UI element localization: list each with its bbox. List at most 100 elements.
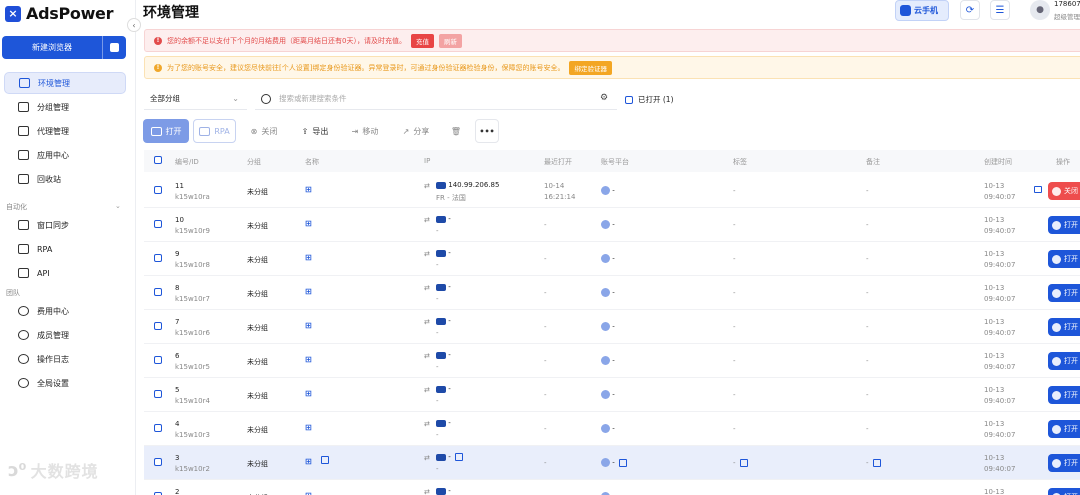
row-id: k15w10r3 [175, 431, 210, 439]
row-tags: - [733, 289, 736, 297]
recharge-button[interactable]: 充值 [410, 33, 434, 48]
edit-icon[interactable] [454, 453, 463, 461]
row-number: 6 [175, 352, 180, 360]
col-header-ip: IP [424, 157, 431, 165]
col-header-name[interactable]: 名称 [305, 157, 319, 167]
table-row[interactable]: 10 k15w10r9 未分组 ⊞ ⇄ - - - - - - 10-13 09… [144, 208, 1080, 242]
table-row[interactable]: 7 k15w10r6 未分组 ⊞ ⇄ - - - - - - 10-13 09:… [144, 310, 1080, 344]
sidebar-item-1[interactable]: 分组管理 [4, 96, 126, 118]
vertical-scrollbar[interactable] [1076, 0, 1080, 495]
group-select[interactable]: 全部分组 ⌄ [144, 88, 247, 110]
row-checkbox[interactable] [154, 322, 162, 330]
sync-status-button[interactable]: ⟳ [960, 0, 980, 20]
windows-icon: ⊞ [305, 389, 312, 398]
sidebar-item-label: RPA [37, 244, 53, 254]
row-tags: - [733, 255, 736, 263]
new-browser-button[interactable]: 新建浏览器 [2, 36, 126, 59]
edit-tags-icon[interactable] [739, 459, 748, 467]
move-button[interactable]: ⇥ 移动 [344, 119, 386, 143]
sidebar-team-item-0[interactable]: 费用中心 [4, 300, 126, 322]
swap-icon: ⇄ [424, 182, 430, 190]
warning-icon: ! [154, 63, 162, 72]
table-row[interactable]: 11 k15w10ra 未分组 ⊞ ⇄ 140.99.206.85 FR - 法… [144, 174, 1080, 208]
chevron-down-icon[interactable]: ⌄ [115, 202, 121, 210]
row-checkbox[interactable] [154, 390, 162, 398]
row-checkbox[interactable] [154, 424, 162, 432]
delete-button[interactable]: 🗑 [444, 119, 468, 143]
table-row[interactable]: 4 k15w10r3 未分组 ⊞ ⇄ - - - - - - 10-13 09:… [144, 412, 1080, 446]
edit-platform-icon[interactable] [618, 458, 627, 467]
browser-icon [1052, 390, 1061, 400]
row-checkbox[interactable] [154, 356, 162, 364]
row-created-date: 10-13 [984, 454, 1005, 462]
sidebar-item-0[interactable]: 环境管理 [4, 72, 126, 94]
opened-filter-checkbox[interactable]: 已打开 (1) [625, 94, 674, 105]
brand-name: AdsPower [26, 4, 114, 23]
platform-icon [601, 458, 610, 467]
close-circle-icon: ⊗ [250, 126, 258, 136]
table-row[interactable]: 8 k15w10r7 未分组 ⊞ ⇄ - - - - - - 10-13 09:… [144, 276, 1080, 310]
search-input[interactable]: 搜索或新建搜索条件 [255, 88, 617, 110]
windows-icon: ⊞ [305, 321, 312, 330]
sidebar-item-label: 成员管理 [37, 330, 69, 340]
bind-authenticator-button[interactable]: 绑定验证器 [569, 60, 612, 75]
row-ip: - [448, 351, 451, 359]
table-row[interactable]: 9 k15w10r8 未分组 ⊞ ⇄ - - - - - - 10-13 09:… [144, 242, 1080, 276]
close-button[interactable]: ⊗ 关闭 [244, 119, 284, 143]
window-focus-icon[interactable] [1034, 186, 1042, 193]
refresh-button[interactable]: 刷新 [438, 33, 462, 48]
table-row[interactable]: 2 未分组 ⊞ ⇄ - - - - 10-13 打开 [144, 480, 1080, 495]
sidebar-item-2[interactable]: 代理管理 [4, 120, 126, 142]
row-checkbox[interactable] [154, 254, 162, 262]
sidebar-team-item-2[interactable]: 操作日志 [4, 348, 126, 370]
settings-icon [18, 378, 29, 388]
cloud-phone-button[interactable]: 云手机 [895, 0, 949, 21]
rpa-button[interactable]: RPA [193, 119, 236, 143]
sidebar-item-3[interactable]: 应用中心 [4, 144, 126, 166]
row-ip: - [448, 453, 451, 461]
api-icon [18, 268, 29, 278]
row-last-open: - [544, 391, 547, 399]
row-checkbox[interactable] [154, 288, 162, 296]
col-header-remark[interactable]: 备注 [866, 157, 880, 167]
open-button[interactable]: 打开 [143, 119, 189, 143]
sidebar-auto-item-1[interactable]: RPA [4, 238, 126, 260]
filter-settings-icon[interactable]: ⚙ [600, 93, 608, 103]
export-button[interactable]: ⇪ 导出 [294, 119, 336, 143]
select-all-checkbox[interactable] [154, 156, 162, 164]
row-group: 未分组 [247, 256, 268, 264]
row-remark: - [866, 323, 869, 331]
avatar[interactable]: ● [1030, 0, 1050, 20]
row-group: 未分组 [247, 324, 268, 332]
sidebar-team-item-1[interactable]: 成员管理 [4, 324, 126, 346]
task-list-button[interactable]: ☰ [990, 0, 1010, 20]
proxy-ip-icon [436, 351, 446, 359]
share-button[interactable]: ↗ 分享 [396, 119, 436, 143]
sidebar-auto-item-2[interactable]: API [4, 262, 126, 284]
table-row[interactable]: 3 k15w10r2 未分组 ⊞ ⇄ - - - - - - 10-13 09:… [144, 446, 1080, 480]
row-tags: - [733, 459, 748, 467]
col-header-created[interactable]: 创建时间 [984, 157, 1012, 167]
collapse-sidebar-button[interactable]: ‹ [127, 18, 141, 32]
col-header-id[interactable]: 编号/ID [175, 157, 199, 167]
table-row[interactable]: 6 k15w10r5 未分组 ⊞ ⇄ - - - - - - 10-13 09:… [144, 344, 1080, 378]
table-row[interactable]: 5 k15w10r4 未分组 ⊞ ⇄ - - - - - - 10-13 09:… [144, 378, 1080, 412]
cloud-phone-icon [900, 5, 911, 16]
more-button[interactable]: ••• [475, 119, 499, 143]
row-checkbox[interactable] [154, 458, 162, 466]
sidebar-item-label: 窗口同步 [37, 220, 69, 230]
new-browser-dropdown[interactable] [102, 36, 126, 59]
platform-icon [601, 322, 610, 331]
edit-name-icon[interactable] [321, 456, 329, 464]
edit-remark-icon[interactable] [872, 459, 881, 467]
sidebar-auto-item-0[interactable]: 窗口同步 [4, 214, 126, 236]
row-number: 8 [175, 284, 180, 292]
sidebar-team-item-3[interactable]: 全局设置 [4, 372, 126, 394]
row-checkbox[interactable] [154, 220, 162, 228]
row-number: 10 [175, 216, 184, 224]
row-checkbox[interactable] [154, 186, 162, 194]
share-icon: ↗ [402, 126, 410, 136]
sidebar-item-4[interactable]: 回收站 [4, 168, 126, 190]
col-header-last-open[interactable]: 最近打开 [544, 157, 572, 167]
row-created-time: 09:40:07 [984, 431, 1016, 439]
